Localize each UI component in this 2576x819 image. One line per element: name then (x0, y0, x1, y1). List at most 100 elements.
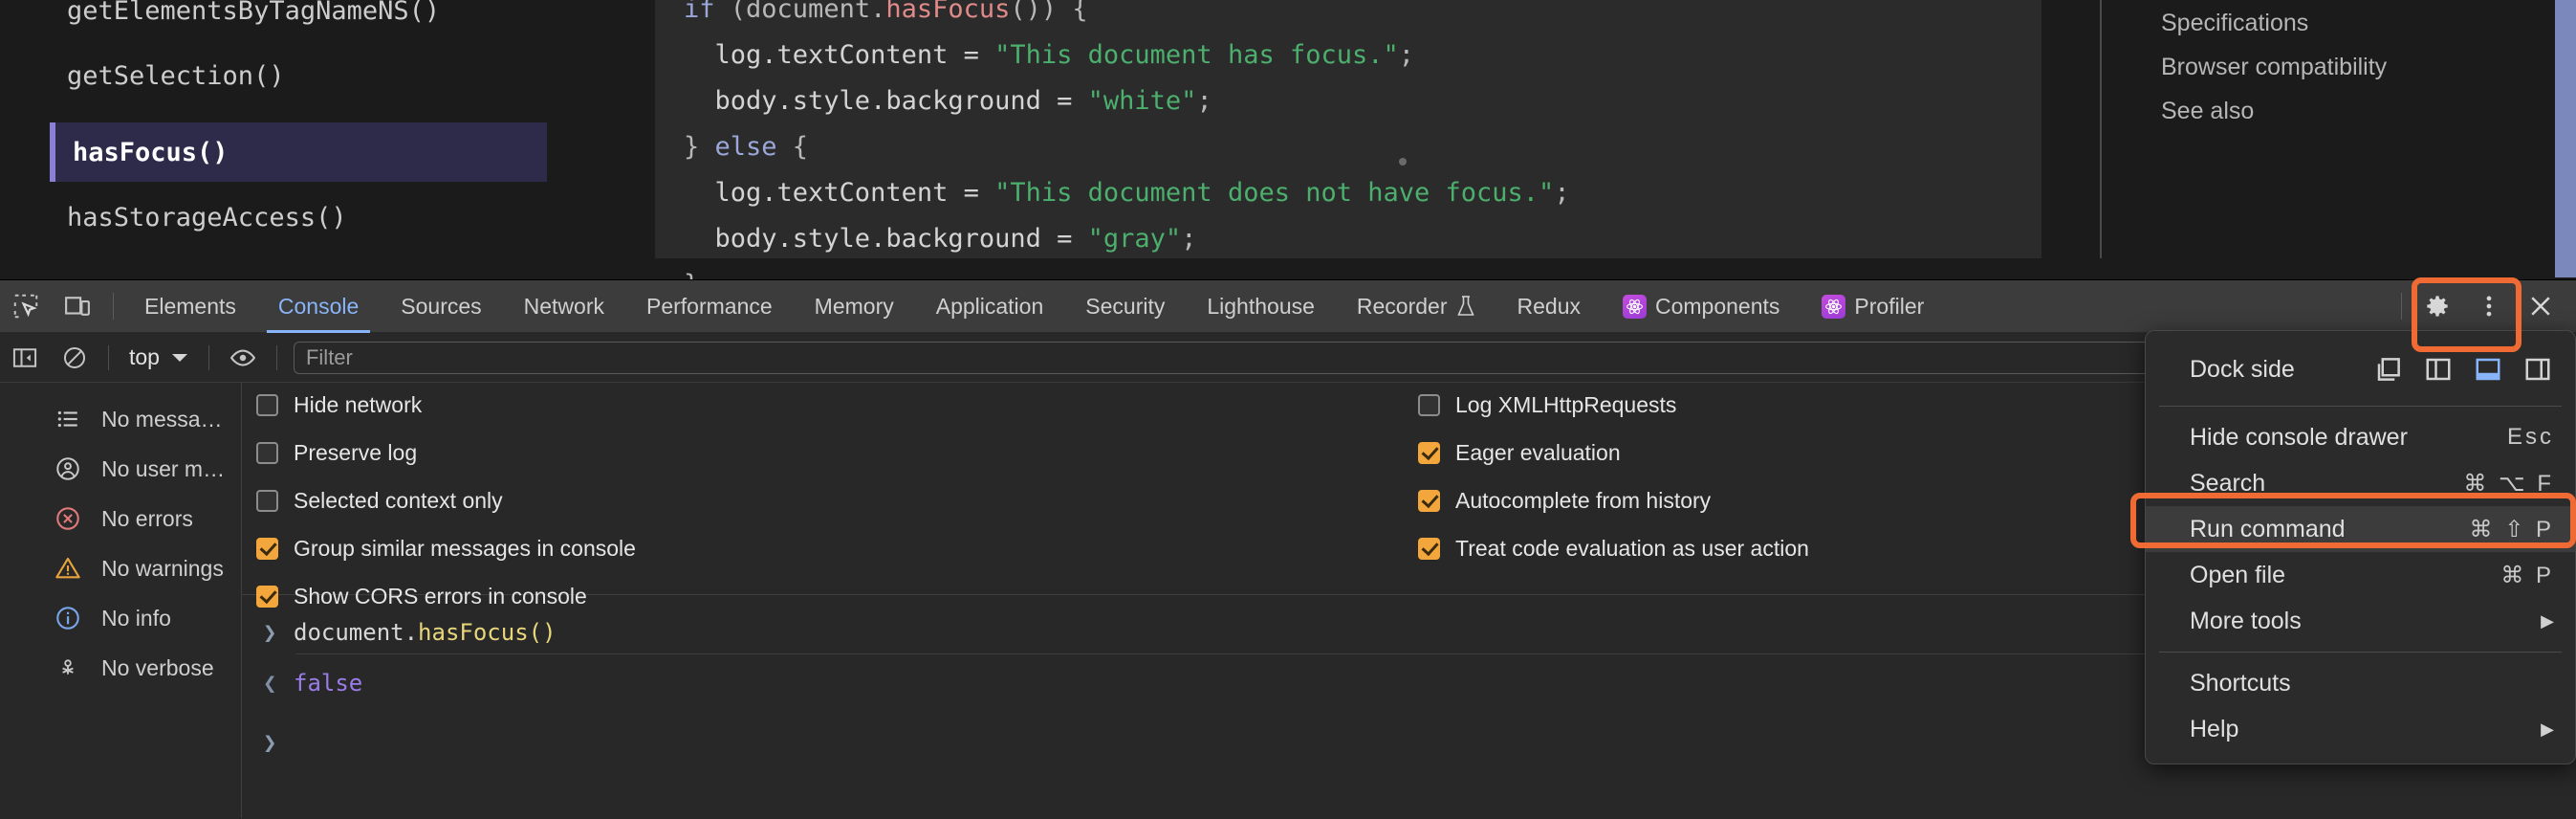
close-icon[interactable] (2515, 280, 2566, 333)
tab-label: Application (935, 293, 1044, 319)
console-sidebar-item-errors[interactable]: No errors (0, 494, 241, 543)
checkbox[interactable] (1418, 394, 1440, 416)
execution-context-selector[interactable]: top (118, 344, 200, 370)
tab-label: Elements (144, 293, 236, 319)
menu-item-more-tools[interactable]: More tools ▶ (2146, 598, 2575, 644)
checkbox[interactable] (256, 490, 278, 512)
menu-item-shortcuts[interactable]: Shortcuts (2146, 660, 2575, 706)
tab-label: Components (1655, 293, 1780, 319)
tab-network[interactable]: Network (503, 280, 625, 333)
console-sidebar-label: No errors (101, 505, 193, 531)
code-line: if (document.hasFocus()) { (684, 0, 1088, 24)
page-scrollbar-thumb[interactable] (2555, 0, 2576, 277)
tab-sources[interactable]: Sources (380, 280, 502, 333)
menu-item-shortcut: ⌘ P (2500, 562, 2554, 588)
dock-bottom-icon[interactable] (2472, 353, 2504, 386)
code-token: ; (1398, 40, 1415, 70)
menu-divider-2 (2159, 652, 2562, 653)
checkbox-label: Selected context only (294, 488, 503, 513)
code-token: (document. (730, 0, 886, 24)
code-line: } else { (684, 132, 808, 162)
setting-treat-code-evaluation-as-user-action[interactable]: Treat code evaluation as user action (1418, 536, 1809, 562)
console-input-entry[interactable]: ❯ document.hasFocus() (263, 619, 557, 646)
setting-autocomplete-from-history[interactable]: Autocomplete from history (1418, 488, 1711, 514)
toggle-sidebar-icon[interactable] (0, 333, 50, 383)
dock-left-icon[interactable] (2422, 353, 2455, 386)
setting-selected-context-only[interactable]: Selected context only (256, 488, 503, 514)
tab-label: Sources (401, 293, 482, 319)
setting-show-cors-errors-in-console[interactable]: Show CORS errors in console (256, 584, 587, 609)
console-evaluated-expression: document.hasFocus() (294, 619, 557, 646)
code-token: else (714, 132, 777, 162)
undock-icon[interactable] (2372, 353, 2405, 386)
checkbox[interactable] (1418, 490, 1440, 512)
toc-item-see-also[interactable]: See also (2161, 98, 2254, 125)
dock-side-options (2372, 353, 2554, 386)
sidebar-item-hasstorageaccess[interactable]: hasStorageAccess() (67, 203, 347, 232)
tab-security[interactable]: Security (1064, 280, 1186, 333)
menu-item-label: Shortcuts (2190, 669, 2291, 697)
setting-log-xmlhttprequests[interactable]: Log XMLHttpRequests (1418, 392, 1676, 418)
console-sidebar-item-messages[interactable]: No messa… (0, 394, 241, 444)
device-toolbar-icon[interactable] (52, 280, 103, 333)
toc-item-browser-compatibility[interactable]: Browser compatibility (2161, 54, 2387, 81)
menu-item-shortcut: Esc (2506, 424, 2554, 450)
tab-performance[interactable]: Performance (625, 280, 794, 333)
menu-item-label: Help (2190, 715, 2239, 742)
menu-item-open-file[interactable]: Open file ⌘ P (2146, 552, 2575, 598)
console-sidebar-item-verbose[interactable]: No verbose (0, 643, 241, 693)
inspect-element-icon[interactable] (0, 280, 52, 333)
list-icon (54, 407, 82, 432)
console-sidebar-item-user-messages[interactable]: No user m… (0, 444, 241, 494)
console-sidebar-item-info[interactable]: No info (0, 593, 241, 643)
submenu-arrow-icon: ▶ (2541, 610, 2554, 631)
checkbox[interactable] (256, 586, 278, 608)
clear-console-icon[interactable] (50, 333, 99, 383)
console-sidebar-item-warnings[interactable]: No warnings (0, 543, 241, 593)
devtools-settings-menu: Dock side Hide console drawer Esc Search… (2145, 330, 2576, 764)
checkbox[interactable] (256, 394, 278, 416)
tab-application[interactable]: Application (915, 280, 1065, 333)
checkbox[interactable] (256, 538, 278, 560)
console-sidebar-label: No warnings (101, 555, 224, 581)
toc-item-specifications[interactable]: Specifications (2161, 10, 2308, 37)
menu-item-help[interactable]: Help ▶ (2146, 706, 2575, 752)
menu-item-label: Run command (2190, 515, 2346, 542)
sidebar-item-label: hasStorageAccess() (67, 203, 347, 232)
tab-console[interactable]: Console (257, 280, 380, 333)
menu-item-run-command[interactable]: Run command ⌘ ⇧ P (2146, 506, 2575, 552)
tab-label: Recorder (1356, 293, 1448, 319)
tab-recorder[interactable]: Recorder (1336, 280, 1496, 333)
tab-memory[interactable]: Memory (794, 280, 915, 333)
menu-item-hide-console-drawer[interactable]: Hide console drawer Esc (2146, 414, 2575, 460)
tab-lighthouse[interactable]: Lighthouse (1186, 280, 1336, 333)
page-scrollbar[interactable] (2555, 0, 2576, 277)
checkbox-label: Log XMLHttpRequests (1455, 392, 1677, 417)
sidebar-item-hasfocus[interactable]: hasFocus() (50, 122, 547, 182)
gear-icon[interactable] (2412, 280, 2463, 333)
tab-components[interactable]: Components (1602, 280, 1801, 333)
checkbox[interactable] (1418, 442, 1440, 464)
checkbox[interactable] (1418, 538, 1440, 560)
console-toolbar-divider-2 (207, 344, 209, 370)
checkbox[interactable] (256, 442, 278, 464)
setting-group-similar-messages-in-console[interactable]: Group similar messages in console (256, 536, 636, 562)
tab-label: Security (1085, 293, 1166, 319)
tab-redux[interactable]: Redux (1496, 280, 1602, 333)
console-prompt-line[interactable]: ❯ (263, 729, 280, 756)
code-token: ; (1196, 86, 1212, 116)
dock-right-icon[interactable] (2521, 353, 2554, 386)
sidebar-item-getselection[interactable]: getSelection() (67, 61, 285, 91)
console-result-entry: ❮ false (263, 670, 362, 697)
eye-icon[interactable] (218, 333, 268, 383)
setting-hide-network[interactable]: Hide network (256, 392, 422, 418)
setting-eager-evaluation[interactable]: Eager evaluation (1418, 440, 1621, 466)
sidebar-item-getelementsbytagnamens[interactable]: getElementsByTagNameNS() (67, 0, 440, 26)
tab-elements[interactable]: Elements (123, 280, 257, 333)
menu-item-search[interactable]: Search ⌘ ⌥ F (2146, 460, 2575, 506)
more-vertical-icon[interactable] (2463, 280, 2515, 333)
setting-preserve-log[interactable]: Preserve log (256, 440, 417, 466)
tab-label: Performance (646, 293, 773, 319)
tab-profiler[interactable]: Profiler (1801, 280, 1945, 333)
menu-item-label: More tools (2190, 607, 2302, 634)
